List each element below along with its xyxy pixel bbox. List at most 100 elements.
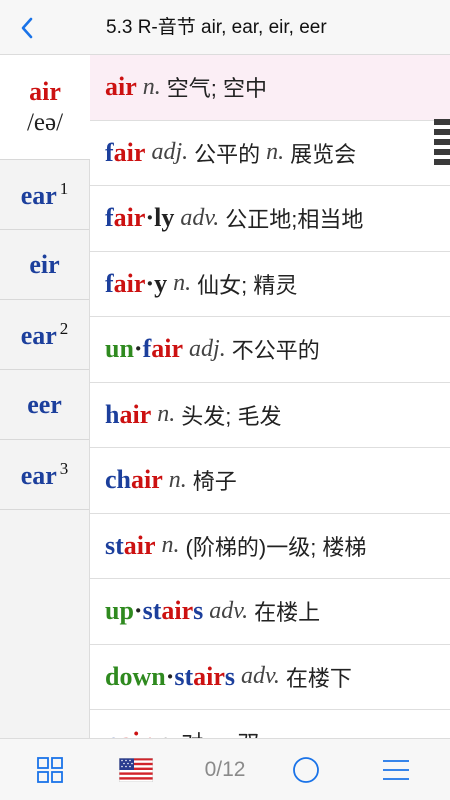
sidebar-item-eir[interactable]: eir: [0, 230, 89, 300]
part-of-speech: adv.: [180, 204, 220, 231]
word-row[interactable]: stair n. (阶梯的)一级; 楼梯: [90, 514, 450, 579]
word-row[interactable]: down·stairs adv. 在楼下: [90, 645, 450, 710]
part-of-speech: n.: [168, 466, 187, 493]
definition: 在楼上: [254, 600, 321, 626]
sidebar-item-key: ear 3: [20, 458, 69, 490]
headword-segment: st: [142, 596, 162, 626]
sidebar-item-superscript: 3: [59, 458, 69, 478]
definition: 头发; 毛发: [181, 403, 282, 429]
record-button[interactable]: [288, 739, 324, 800]
headword-segment: f: [105, 268, 114, 298]
headword: fair·ly: [105, 203, 174, 233]
definition: 空气; 空中: [166, 76, 267, 102]
definition: 公平的: [194, 141, 261, 167]
sidebar-item-ear-3[interactable]: ear 3: [0, 440, 89, 510]
headword-segment: f: [142, 334, 152, 364]
word-row[interactable]: fair·ly adv. 公正地;相当地: [90, 186, 450, 252]
sidebar-item-key: eir: [29, 249, 60, 279]
definition: 椅子: [192, 469, 237, 495]
sidebar-item-ear-1[interactable]: ear 1: [0, 160, 89, 230]
headword-segment: air: [131, 465, 163, 495]
page-title: 5.3 R-音节 air, ear, eir, eer: [106, 17, 327, 38]
word-row[interactable]: up·stairs adv. 在楼上: [90, 579, 450, 645]
headword-segment: ·: [133, 334, 143, 364]
headword-segment: un: [105, 334, 134, 364]
headword-segment: air: [119, 727, 151, 738]
us-flag-icon: [119, 758, 153, 782]
headword-segment: s: [193, 596, 204, 626]
word-row[interactable]: pair n. 对; 一双: [90, 710, 450, 738]
part-of-speech: adv.: [209, 597, 249, 624]
definition: (阶梯的)一级; 楼梯: [185, 534, 367, 560]
word-row[interactable]: fair·y n. 仙女; 精灵: [90, 252, 450, 317]
word-list[interactable]: air n. 空气; 空中 fair adj. 公平的 n. 展览会 fair·ly adv. 公…: [90, 55, 450, 738]
sidebar-item-key: ear 2: [20, 318, 69, 350]
headword: un·fair: [105, 334, 183, 364]
headword-segment: air: [119, 399, 152, 429]
headword-segment: f: [105, 203, 114, 233]
definition: 对; 一双: [181, 726, 259, 738]
headword-segment: s: [224, 661, 236, 691]
part-of-speech: n.: [173, 270, 192, 297]
definition: 公正地;相当地: [225, 207, 364, 233]
sidebar-item-ear-2[interactable]: ear 2: [0, 300, 89, 370]
menu-button[interactable]: [378, 739, 414, 800]
headword: stair: [105, 531, 156, 561]
progress-counter: 0/12: [204, 758, 246, 781]
headword: air: [105, 72, 137, 102]
headword-segment: air: [151, 334, 184, 364]
sidebar: air/eə/ear 1 eir ear 2 eer ear 3: [0, 55, 90, 738]
headword-segment: down: [105, 661, 166, 691]
headword: fair: [105, 138, 145, 168]
headword-segment: st: [105, 530, 124, 560]
headword-segment: up: [105, 596, 134, 626]
accent-button[interactable]: [115, 739, 157, 800]
definition: 不公平的: [231, 338, 320, 364]
sidebar-item-key: air: [29, 77, 61, 106]
part-of-speech: n.: [266, 139, 285, 166]
word-row[interactable]: air n. 空气; 空中: [90, 55, 450, 121]
sidebar-item-air[interactable]: air/eə/: [0, 55, 90, 160]
headword-segment: p: [105, 727, 119, 738]
part-of-speech: adj.: [151, 139, 189, 166]
header-bar: 5.3 R-音节 air, ear, eir, eer: [0, 0, 450, 55]
word-row[interactable]: fair adj. 公平的 n. 展览会: [90, 121, 450, 186]
sidebar-item-key: eer: [27, 389, 62, 419]
headword: hair: [105, 400, 151, 430]
headword-segment: f: [105, 137, 114, 167]
headword: up·stairs: [105, 596, 203, 626]
headword-segment: air: [105, 72, 137, 102]
sidebar-item-key: ear 1: [20, 178, 69, 210]
word-row[interactable]: un·fair adj. 不公平的: [90, 317, 450, 383]
headword-segment: ·ly: [145, 203, 175, 233]
headword-segment: ·y: [145, 268, 168, 298]
part-of-speech: adj.: [189, 335, 226, 362]
headword-segment: air: [113, 203, 146, 233]
headword-segment: ·: [133, 596, 143, 626]
back-button[interactable]: [10, 12, 44, 44]
part-of-speech: adv.: [241, 663, 280, 690]
headword: fair·y: [105, 269, 167, 299]
grid-button[interactable]: [30, 739, 70, 800]
part-of-speech: n.: [157, 401, 176, 428]
headword-segment: h: [105, 399, 120, 429]
sidebar-item-eer[interactable]: eer: [0, 370, 89, 440]
headword-segment: air: [123, 530, 156, 560]
headword-segment: air: [113, 268, 146, 298]
part-of-speech: n.: [161, 532, 180, 559]
circle-icon: [293, 757, 319, 783]
headword: chair: [105, 465, 163, 495]
part-of-speech: n.: [157, 729, 175, 738]
part-of-speech: n.: [142, 73, 161, 100]
headword-segment: ch: [105, 465, 131, 495]
bottom-toolbar: 0/12: [0, 738, 450, 800]
headword: down·stairs: [105, 662, 235, 692]
scroll-handle[interactable]: [434, 119, 450, 165]
headword-segment: air: [193, 661, 225, 691]
headword-segment: air: [113, 137, 146, 167]
word-row[interactable]: chair n. 椅子: [90, 448, 450, 514]
word-row[interactable]: hair n. 头发; 毛发: [90, 383, 450, 448]
menu-icon: [383, 760, 409, 780]
chevron-left-icon: [21, 17, 33, 39]
grid-icon: [37, 757, 63, 783]
